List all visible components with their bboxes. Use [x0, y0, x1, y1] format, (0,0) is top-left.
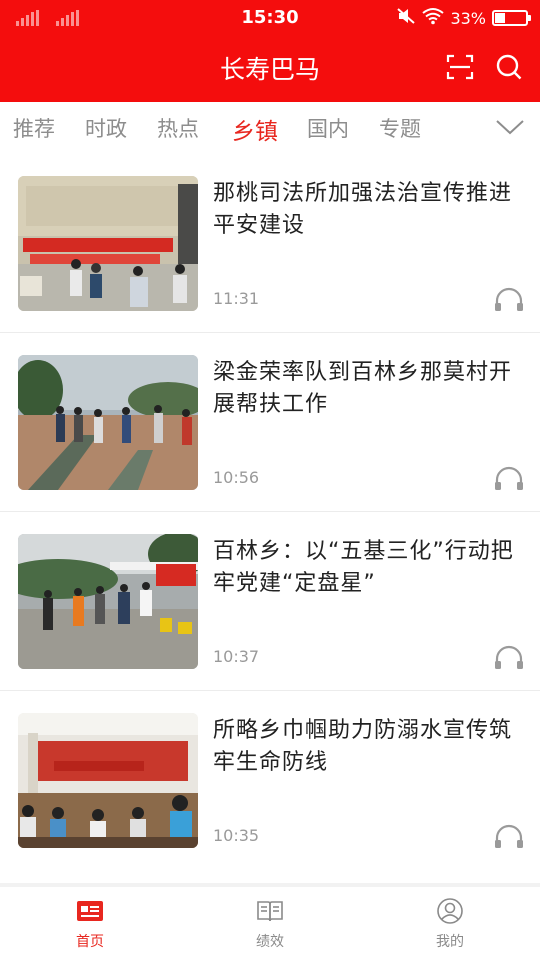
book-icon: [256, 897, 284, 925]
tab-hot[interactable]: 热点: [157, 113, 199, 143]
tab-domestic[interactable]: 国内: [307, 113, 349, 143]
battery-level: [495, 13, 505, 23]
status-bar: 15:30 33%: [0, 0, 540, 36]
news-thumbnail: [18, 355, 198, 490]
app-header: 15:30 33% 长寿巴马: [0, 0, 540, 102]
news-time: 10:37: [213, 647, 260, 666]
news-time: 10:35: [213, 826, 260, 845]
news-item[interactable]: 所略乡巾帼助力防溺水宣传筑牢生命防线 10:35: [0, 691, 540, 870]
tab-recommend[interactable]: 推荐: [13, 113, 55, 143]
wifi-icon: [422, 7, 445, 29]
battery-percent: 33%: [450, 8, 486, 28]
tab-special[interactable]: 专题: [379, 113, 421, 143]
headphones-icon[interactable]: [493, 644, 525, 670]
nav-profile[interactable]: 我的: [360, 887, 540, 960]
scan-icon[interactable]: [445, 52, 475, 82]
tab-politics[interactable]: 时政: [85, 113, 127, 143]
news-thumbnail: [18, 534, 198, 669]
status-indicators: 33%: [396, 7, 531, 29]
news-item[interactable]: 梁金荣率队到百林乡那莫村开展帮扶工作 10:56: [0, 333, 540, 512]
nav-performance[interactable]: 绩效: [180, 887, 360, 960]
tab-township[interactable]: 乡镇: [232, 112, 278, 146]
news-item[interactable]: 那桃司法所加强法治宣传推进平安建设 11:31: [0, 154, 540, 333]
battery-icon: [492, 10, 531, 26]
nav-profile-label: 我的: [436, 934, 464, 950]
news-list: 那桃司法所加强法治宣传推进平安建设 11:31 梁金荣率队到百林乡那莫村开展帮扶…: [0, 154, 540, 870]
news-time: 10:56: [213, 468, 260, 487]
nav-performance-label: 绩效: [256, 934, 284, 950]
headphones-icon[interactable]: [493, 286, 525, 312]
nav-home[interactable]: 首页: [0, 887, 180, 960]
news-title[interactable]: 那桃司法所加强法治宣传推进平安建设: [213, 178, 525, 242]
headphones-icon[interactable]: [493, 465, 525, 491]
bottom-nav: 首页 绩效 我的: [0, 887, 540, 960]
nav-home-label: 首页: [76, 934, 104, 950]
news-thumbnail: [18, 713, 198, 848]
headphones-icon[interactable]: [493, 823, 525, 849]
category-tabs: 推荐 时政 热点 乡镇 国内 专题: [0, 102, 540, 154]
search-icon[interactable]: [494, 52, 524, 82]
profile-icon: [436, 897, 464, 925]
news-item[interactable]: 百林乡：以“五基三化”行动把牢党建“定盘星” 10:37: [0, 512, 540, 691]
news-time: 11:31: [213, 289, 260, 308]
mute-icon: [396, 7, 416, 29]
chevron-down-icon[interactable]: [494, 114, 526, 140]
news-title[interactable]: 所略乡巾帼助力防溺水宣传筑牢生命防线: [213, 715, 525, 779]
news-thumbnail: [18, 176, 198, 311]
news-title[interactable]: 百林乡：以“五基三化”行动把牢党建“定盘星”: [213, 536, 525, 600]
news-icon: [76, 897, 104, 925]
news-title[interactable]: 梁金荣率队到百林乡那莫村开展帮扶工作: [213, 357, 525, 421]
